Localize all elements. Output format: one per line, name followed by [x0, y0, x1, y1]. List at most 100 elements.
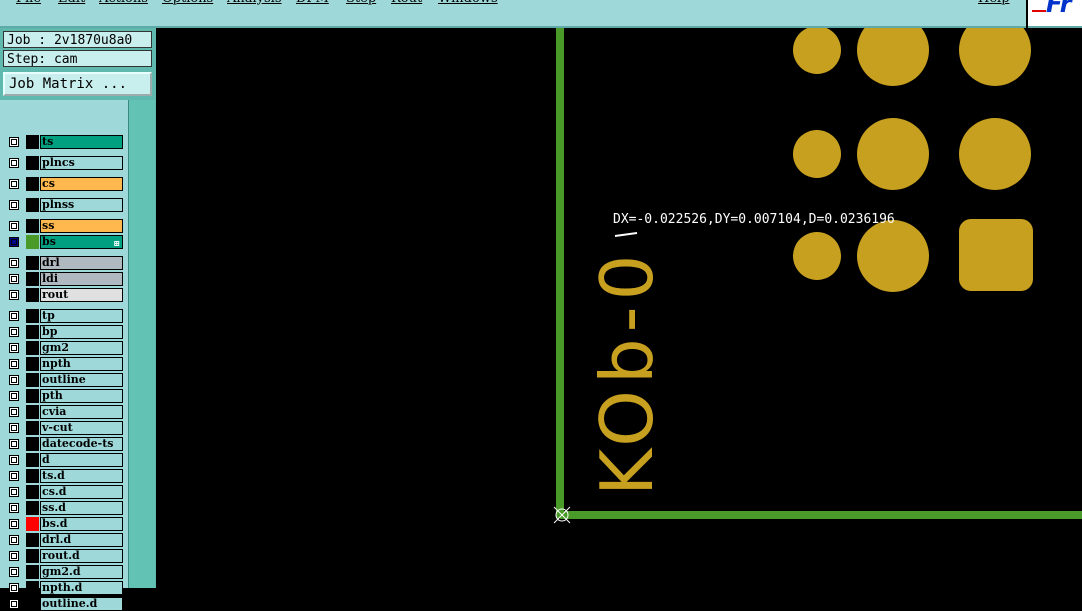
layer-row-ts[interactable]: ts [0, 135, 128, 149]
layer-checkbox[interactable] [9, 158, 19, 168]
layer-checkbox[interactable] [9, 519, 19, 529]
layer-color-swatch[interactable] [26, 135, 39, 149]
layer-row-gm2.d[interactable]: gm2.d [0, 565, 128, 579]
layer-color-swatch[interactable] [26, 325, 39, 339]
layer-name[interactable]: ss.d [40, 501, 123, 515]
layer-checkbox[interactable] [9, 423, 19, 433]
layer-checkbox[interactable] [9, 311, 19, 321]
layer-checkbox[interactable] [9, 567, 19, 577]
layer-row-pth[interactable]: pth [0, 389, 128, 403]
layer-color-swatch[interactable] [26, 309, 39, 323]
graphic-canvas[interactable]: KOb-0 DX=-0.022526,DY=0.007104,D=0.02361… [157, 28, 1082, 588]
layer-checkbox[interactable] [9, 455, 19, 465]
layer-name[interactable]: cs.d [40, 485, 123, 499]
layer-color-swatch[interactable] [26, 453, 39, 467]
layer-name[interactable]: tp [40, 309, 123, 323]
layer-row-ss[interactable]: ss [0, 219, 128, 233]
layer-color-swatch[interactable] [26, 549, 39, 563]
layer-checkbox[interactable] [9, 487, 19, 497]
layer-checkbox[interactable] [9, 535, 19, 545]
layer-checkbox[interactable] [9, 137, 19, 147]
layer-expand-icon[interactable]: ⊞ [113, 237, 120, 248]
layer-color-swatch[interactable] [26, 565, 39, 579]
layer-name[interactable]: npth.d [40, 581, 123, 595]
layer-row-bp[interactable]: bp [0, 325, 128, 339]
layer-checkbox[interactable] [9, 503, 19, 513]
layer-row-drl[interactable]: drl [0, 256, 128, 270]
menu-actions[interactable]: Actions [99, 0, 148, 6]
layer-checkbox[interactable] [9, 327, 19, 337]
layer-checkbox[interactable] [9, 599, 19, 609]
layer-name[interactable]: datecode-ts [40, 437, 123, 451]
layer-color-swatch[interactable] [26, 357, 39, 371]
layer-checkbox[interactable] [9, 179, 19, 189]
layer-checkbox[interactable] [9, 290, 19, 300]
layer-checkbox[interactable] [9, 407, 19, 417]
layer-row-plnss[interactable]: plnss [0, 198, 128, 212]
layer-name[interactable]: gm2 [40, 341, 123, 355]
menu-step[interactable]: Step [346, 0, 376, 6]
layer-checkbox[interactable] [9, 439, 19, 449]
layer-checkbox[interactable] [9, 471, 19, 481]
layer-row-rout[interactable]: rout [0, 288, 128, 302]
job-matrix-button[interactable]: Job Matrix ... [3, 72, 152, 96]
layer-checkbox[interactable] [9, 221, 19, 231]
layer-color-swatch[interactable] [26, 405, 39, 419]
layer-row-drl.d[interactable]: drl.d [0, 533, 128, 547]
layer-color-swatch[interactable] [26, 597, 39, 611]
layer-row-rout.d[interactable]: rout.d [0, 549, 128, 563]
layer-row-outline.d[interactable]: outline.d [0, 597, 128, 611]
layer-name[interactable]: pth [40, 389, 123, 403]
layer-color-swatch[interactable] [26, 177, 39, 191]
layer-name[interactable]: gm2.d [40, 565, 123, 579]
layer-color-swatch[interactable] [26, 421, 39, 435]
menu-help[interactable]: Help [978, 0, 1010, 6]
layer-color-swatch[interactable] [26, 469, 39, 483]
layer-list-scrollbar[interactable] [128, 100, 155, 588]
layer-row-cs.d[interactable]: cs.d [0, 485, 128, 499]
menu-file[interactable]: File [16, 0, 41, 6]
layer-color-swatch[interactable] [26, 272, 39, 286]
layer-row-cs[interactable]: cs [0, 177, 128, 191]
layer-name[interactable]: cvia [40, 405, 123, 419]
layer-row-bs.d[interactable]: bs.d [0, 517, 128, 531]
layer-row-v-cut[interactable]: v-cut [0, 421, 128, 435]
layer-color-swatch[interactable] [26, 373, 39, 387]
layer-checkbox[interactable] [9, 359, 19, 369]
menu-rout[interactable]: Rout [391, 0, 422, 6]
menu-analysis[interactable]: Analysis [227, 0, 282, 6]
layer-checkbox[interactable] [9, 583, 19, 593]
layer-name[interactable]: v-cut [40, 421, 123, 435]
menu-options[interactable]: Options [162, 0, 213, 6]
layer-row-bs[interactable]: bs ⊞ [0, 235, 128, 249]
layer-row-ts.d[interactable]: ts.d [0, 469, 128, 483]
layer-name[interactable]: bs ⊞ [40, 235, 123, 249]
layer-color-swatch[interactable] [26, 256, 39, 270]
layer-name[interactable]: cs [40, 177, 123, 191]
layer-checkbox[interactable] [9, 391, 19, 401]
layer-name[interactable]: outline.d [40, 597, 123, 611]
layer-color-swatch[interactable] [26, 485, 39, 499]
layer-name[interactable]: outline [40, 373, 123, 387]
layer-color-swatch[interactable] [26, 288, 39, 302]
layer-name[interactable]: ldi [40, 272, 123, 286]
layer-name[interactable]: drl.d [40, 533, 123, 547]
menu-dfm[interactable]: DFM [296, 0, 329, 6]
layer-row-outline[interactable]: outline [0, 373, 128, 387]
layer-color-swatch[interactable] [26, 341, 39, 355]
layer-name[interactable]: npth [40, 357, 123, 371]
layer-name[interactable]: ts.d [40, 469, 123, 483]
layer-checkbox[interactable] [9, 551, 19, 561]
layer-checkbox[interactable] [9, 343, 19, 353]
layer-row-npth[interactable]: npth [0, 357, 128, 371]
layer-color-swatch[interactable] [26, 437, 39, 451]
layer-name[interactable]: ss [40, 219, 123, 233]
layer-name[interactable]: plncs [40, 156, 123, 170]
layer-name[interactable]: bp [40, 325, 123, 339]
layer-color-swatch[interactable] [26, 389, 39, 403]
menu-windows[interactable]: Windows [438, 0, 498, 6]
layer-row-d[interactable]: d [0, 453, 128, 467]
layer-name[interactable]: rout.d [40, 549, 123, 563]
layer-color-swatch[interactable] [26, 501, 39, 515]
layer-color-swatch[interactable] [26, 219, 39, 233]
